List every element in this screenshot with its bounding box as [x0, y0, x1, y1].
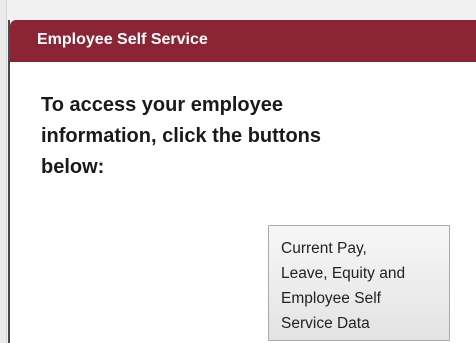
- intro-line-1: To access your employee: [41, 94, 283, 116]
- button-label-line-2: Leave, Equity and: [281, 265, 406, 282]
- current-pay-leave-equity-button[interactable]: Current Pay, Leave, Equity and Employee …: [268, 225, 450, 341]
- button-label-line-1: Current Pay,: [281, 240, 367, 257]
- panel-header: Employee Self Service: [10, 20, 476, 62]
- panel-title: Employee Self Service: [37, 31, 208, 48]
- button-label-line-3: Employee Self: [281, 290, 381, 307]
- button-label-line-4: Service Data: [281, 315, 370, 332]
- page-background: Employee Self Service To access your emp…: [0, 0, 476, 343]
- ess-panel: Employee Self Service To access your emp…: [8, 20, 476, 343]
- intro-text: To access your employee information, cli…: [41, 90, 341, 183]
- intro-line-3: below:: [41, 156, 105, 178]
- left-edge: [0, 0, 7, 343]
- intro-line-2: information, click the buttons: [41, 125, 322, 147]
